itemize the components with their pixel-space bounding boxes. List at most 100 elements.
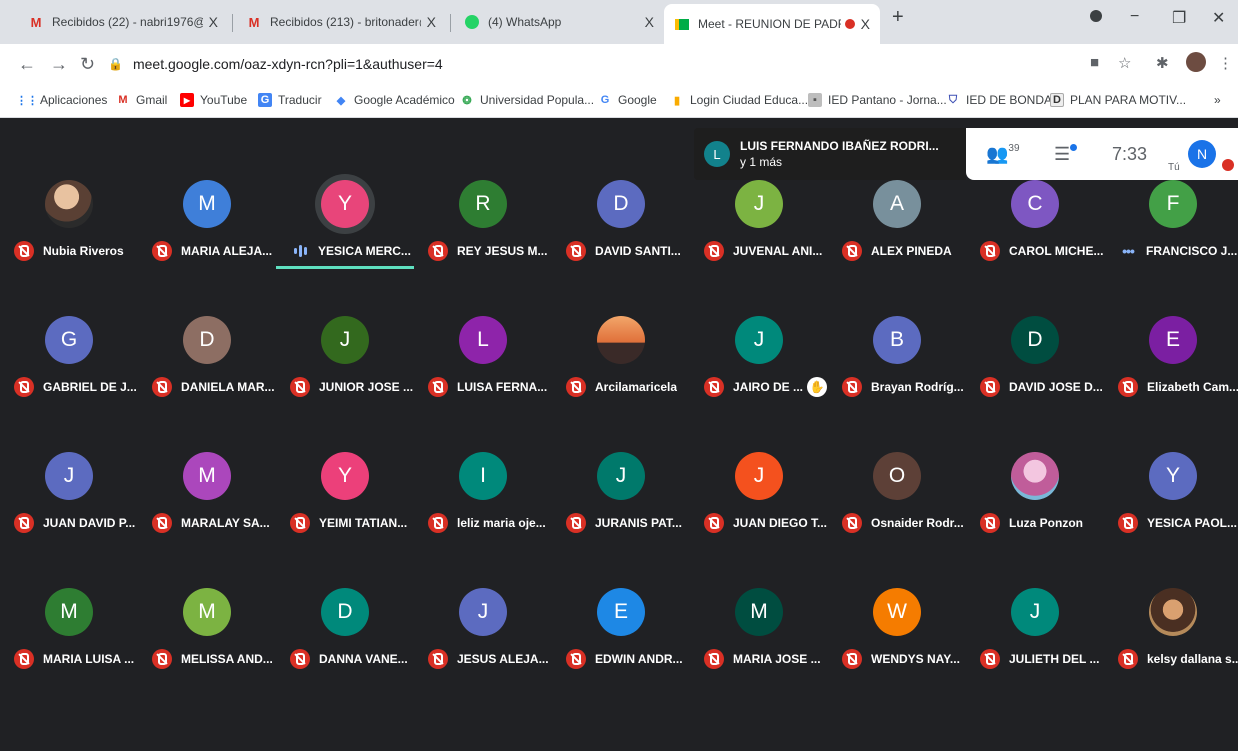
tab-gmail-2[interactable]: M Recibidos (213) - britonader@iec X xyxy=(236,6,446,38)
gmail-icon: M xyxy=(118,94,128,106)
mic-off-icon xyxy=(842,241,862,261)
participant-tile[interactable]: E EDWIN ANDR... xyxy=(552,570,690,680)
participant-avatar: Y xyxy=(321,452,369,500)
tab-close-button[interactable]: X xyxy=(861,16,870,32)
bookmark-plan[interactable]: D PLAN PARA MOTIV... xyxy=(1050,93,1186,107)
tab-meet[interactable]: Meet - REUNION DE PADRES X xyxy=(664,4,880,44)
participant-tile[interactable]: Luza Ponzon xyxy=(966,434,1104,544)
participant-tile[interactable]: Y YESICA MERC... xyxy=(276,162,414,272)
mic-off-icon xyxy=(428,649,448,669)
participant-avatar: J xyxy=(1011,588,1059,636)
participant-tile[interactable]: J JUAN DAVID P... xyxy=(0,434,138,544)
profile-dropdown-icon[interactable] xyxy=(1090,10,1102,22)
meeting-info-bar: 👥 39 ☰ 7:33 Tú N xyxy=(966,128,1238,180)
reload-icon[interactable]: ↻ xyxy=(80,54,95,75)
menu-icon[interactable]: ⋮ xyxy=(1218,54,1233,72)
back-icon[interactable]: ← xyxy=(18,54,36,75)
participant-tile[interactable]: B Brayan Rodríg... xyxy=(828,298,966,408)
chat-button[interactable]: ☰ xyxy=(1054,128,1078,180)
participant-name: FRANCISCO J... xyxy=(1146,244,1238,258)
participant-tile[interactable]: Arcilamaricela xyxy=(552,298,690,408)
bookmark-scholar[interactable]: ◆ Google Académico xyxy=(334,93,455,107)
bookmark-gmail[interactable]: M Gmail xyxy=(116,93,167,107)
participant-tile[interactable]: M MARIA JOSE ... xyxy=(690,570,828,680)
participant-tile[interactable]: J JULIETH DEL ... xyxy=(966,570,1104,680)
profile-avatar[interactable] xyxy=(1186,52,1206,72)
participant-tile[interactable]: D DANIELA MAR... xyxy=(138,298,276,408)
new-tab-button[interactable]: + xyxy=(892,6,904,29)
bookmark-youtube[interactable]: ▶ YouTube xyxy=(180,93,247,107)
tab-title: Recibidos (22) - nabri1976@gma xyxy=(52,15,203,29)
participant-tile[interactable]: Y YESICA PAOL... xyxy=(1104,434,1238,544)
participant-tile[interactable]: G GABRIEL DE J... xyxy=(0,298,138,408)
bookmark-ied-bonda[interactable]: ⛉ IED DE BONDA xyxy=(946,93,1052,107)
mic-off-icon xyxy=(14,241,34,261)
bookmark-ied-pantano[interactable]: ▪ IED Pantano - Jorna... xyxy=(808,93,947,107)
participant-name-row: DAVID JOSE D... xyxy=(966,376,1104,398)
participant-name-row: JUAN DIEGO T... xyxy=(690,512,828,534)
participant-name-row: JUVENAL ANI... xyxy=(690,240,828,262)
participant-tile[interactable]: J JUNIOR JOSE ... xyxy=(276,298,414,408)
forward-icon[interactable]: → xyxy=(50,54,68,75)
participant-tile[interactable]: D DAVID SANTI... xyxy=(552,162,690,272)
participant-name-row: ALEX PINEDA xyxy=(828,240,966,262)
self-label: Tú xyxy=(1168,161,1180,173)
url-field[interactable]: 🔒 meet.google.com/oaz-xdyn-rcn?pli=1&aut… xyxy=(108,50,1108,78)
participant-tile[interactable]: M MARIA LUISA ... xyxy=(0,570,138,680)
participant-tile[interactable]: J JAIRO DE ... ✋ xyxy=(690,298,828,408)
participant-name: JUAN DIEGO T... xyxy=(733,516,828,530)
bookmark-translate[interactable]: G Traducir xyxy=(258,93,322,107)
presenter-banner[interactable]: L LUIS FERNANDO IBAÑEZ RODRI... y 1 más xyxy=(694,128,966,180)
participant-tile[interactable]: M MARALAY SA... xyxy=(138,434,276,544)
notion-icon: D xyxy=(1050,93,1064,107)
participant-tile[interactable]: Ileliz maria oje... xyxy=(414,434,552,544)
bookmark-google[interactable]: G Google xyxy=(598,93,657,107)
more-bookmarks-button[interactable]: » xyxy=(1214,93,1221,107)
participants-button[interactable]: 👥 39 xyxy=(986,128,1020,180)
participant-name: YESICA MERC... xyxy=(318,244,411,258)
bookmark-star-icon[interactable]: ☆ xyxy=(1118,54,1131,72)
participant-tile[interactable]: Nubia Riveros xyxy=(0,162,138,272)
self-tile[interactable]: N xyxy=(1188,128,1216,180)
youtube-icon: ▶ xyxy=(180,93,194,107)
raised-hand-icon: ✋ xyxy=(807,377,828,397)
participant-tile[interactable]: E Elizabeth Cam... xyxy=(1104,298,1238,408)
camera-indicator-icon[interactable]: ■ xyxy=(1090,54,1099,71)
participant-tile[interactable]: J JUAN DIEGO T... xyxy=(690,434,828,544)
participant-avatar: B xyxy=(873,316,921,364)
participant-tile[interactable]: M MELISSA AND... xyxy=(138,570,276,680)
tab-close-button[interactable]: X xyxy=(645,14,654,30)
tab-close-button[interactable]: X xyxy=(209,14,218,30)
participant-avatar: Y xyxy=(321,180,369,228)
participant-tile[interactable]: W WENDYS NAY... xyxy=(828,570,966,680)
tab-whatsapp[interactable]: (4) WhatsApp X xyxy=(454,6,664,38)
tab-close-button[interactable]: X xyxy=(427,14,436,30)
minimize-icon[interactable]: − xyxy=(1130,8,1139,26)
tab-gmail-1[interactable]: M Recibidos (22) - nabri1976@gma X xyxy=(18,6,228,38)
participant-name-row: JESUS ALEJA... xyxy=(414,648,552,670)
restore-icon[interactable]: ❐ xyxy=(1172,8,1186,28)
participant-name: MARALAY SA... xyxy=(181,516,270,530)
participant-tile[interactable]: J JESUS ALEJA... xyxy=(414,570,552,680)
participant-tile[interactable]: O Osnaider Rodr... xyxy=(828,434,966,544)
extensions-icon[interactable]: ✱ xyxy=(1156,54,1169,72)
chart-icon: ▮ xyxy=(673,94,681,107)
close-window-icon[interactable]: ✕ xyxy=(1212,8,1225,28)
participant-avatar: E xyxy=(597,588,645,636)
participant-tile[interactable]: D DANNA VANE... xyxy=(276,570,414,680)
participant-tile[interactable]: R REY JESUS M... xyxy=(414,162,552,272)
participant-tile[interactable]: M MARIA ALEJA... xyxy=(138,162,276,272)
participant-tile[interactable]: J JURANIS PAT... xyxy=(552,434,690,544)
participant-tile[interactable]: D DAVID JOSE D... xyxy=(966,298,1104,408)
participant-tile[interactable]: kelsy dallana s... xyxy=(1104,570,1238,680)
mic-off-icon xyxy=(14,649,34,669)
participant-tile[interactable]: L LUISA FERNA... xyxy=(414,298,552,408)
participant-tile[interactable]: Y YEIMI TATIAN... xyxy=(276,434,414,544)
participant-name-row: YESICA MERC... xyxy=(276,240,414,262)
participant-name: DAVID JOSE D... xyxy=(1009,380,1103,394)
bookmark-university[interactable]: ❂ Universidad Popula... xyxy=(460,93,594,107)
bookmark-login[interactable]: ▮ Login Ciudad Educa... xyxy=(670,93,808,107)
bookmark-apps[interactable]: ⋮⋮ Aplicaciones xyxy=(16,93,107,107)
participant-avatar: M xyxy=(735,588,783,636)
participant-name-row: Brayan Rodríg... xyxy=(828,376,966,398)
